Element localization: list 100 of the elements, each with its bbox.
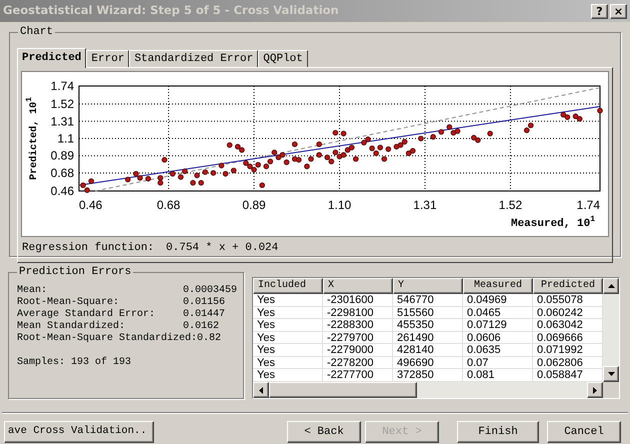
data-point bbox=[125, 176, 131, 182]
y-tick-label: 0.46 bbox=[50, 184, 74, 198]
table-cell: Yes bbox=[253, 356, 323, 368]
scrollbar-corner bbox=[603, 382, 619, 398]
column-header[interactable]: Measured bbox=[463, 278, 533, 294]
table-cell: -2301600 bbox=[323, 294, 393, 306]
y-tick-label: 1.31 bbox=[50, 114, 74, 128]
stat-value: 0.0003459 bbox=[183, 285, 235, 297]
x-tick-label: 0.68 bbox=[156, 198, 180, 212]
table-cell: 546770 bbox=[393, 294, 463, 306]
help-button[interactable]: ? bbox=[591, 4, 608, 18]
y-tick-label: 0.68 bbox=[50, 166, 74, 180]
table-cell: 372850 bbox=[393, 369, 463, 380]
table-cell: -2279700 bbox=[323, 332, 393, 343]
data-point bbox=[194, 172, 200, 178]
save-cross-validation-button[interactable]: ave Cross Validation.. bbox=[4, 421, 154, 443]
data-point bbox=[487, 130, 493, 136]
table-cell: 0.081 bbox=[463, 369, 533, 380]
chart-tab[interactable]: QQPlot bbox=[258, 50, 308, 67]
samples-count: Samples: 193 of 193 bbox=[17, 357, 132, 369]
table-cell: Yes bbox=[253, 344, 323, 356]
right-arrow-icon bbox=[593, 386, 597, 394]
close-button[interactable]: × bbox=[610, 4, 627, 18]
data-point bbox=[438, 129, 444, 135]
regression-value: 0.754 * x + 0.024 bbox=[166, 240, 278, 256]
data-point bbox=[308, 156, 314, 162]
regression-label: Regression function: bbox=[22, 240, 154, 256]
table-cell: Yes bbox=[253, 369, 323, 380]
up-arrow-icon bbox=[608, 284, 614, 288]
vertical-scrollbar[interactable] bbox=[603, 278, 619, 382]
wizard-button[interactable]: < Back bbox=[287, 421, 361, 443]
table-cell: 0.07129 bbox=[463, 319, 533, 330]
stat-label: Mean: bbox=[17, 285, 48, 297]
data-point bbox=[170, 170, 176, 177]
stat-label: Average Standard Error: bbox=[17, 309, 156, 320]
data-point bbox=[316, 141, 322, 148]
data-point bbox=[259, 182, 265, 188]
table-cell: -2277700 bbox=[323, 369, 393, 380]
table-cell: 0.0465 bbox=[463, 306, 533, 318]
window-title: Geostatistical Wizard: Step 5 of 5 - Cross Validation bbox=[3, 2, 340, 20]
data-point bbox=[145, 176, 151, 182]
data-point bbox=[386, 146, 392, 152]
table-cell: Yes bbox=[253, 306, 323, 318]
x-tick-label: 1.31 bbox=[413, 198, 437, 212]
table-cell: -2298100 bbox=[323, 306, 393, 318]
chart-tab[interactable]: Standardized Error bbox=[129, 50, 258, 67]
y-tick-label: 1.74 bbox=[50, 79, 74, 93]
data-point bbox=[352, 156, 359, 162]
y-tick-label: 1.1 bbox=[57, 132, 74, 146]
stat-value: 0.01156 bbox=[183, 297, 226, 309]
table-cell: 496690 bbox=[393, 356, 463, 368]
table-cell: Yes bbox=[253, 319, 323, 330]
table-cell: 515560 bbox=[393, 306, 463, 318]
table-cell: 0.0606 bbox=[463, 332, 533, 343]
chart-tab[interactable]: Predicted bbox=[17, 48, 86, 68]
x-tick-label: 0.46 bbox=[79, 198, 102, 212]
data-point bbox=[316, 152, 322, 158]
column-header[interactable]: Included bbox=[253, 278, 323, 294]
horizontal-scrollbar[interactable] bbox=[253, 382, 619, 398]
data-point bbox=[88, 178, 94, 184]
table-cell: 428140 bbox=[393, 344, 463, 356]
data-point bbox=[210, 170, 216, 176]
x-tick-label: 0.89 bbox=[242, 198, 266, 212]
y-tick-label: 0.89 bbox=[50, 148, 74, 163]
column-header[interactable]: X bbox=[323, 278, 393, 294]
stat-value: 0.01447 bbox=[183, 309, 226, 321]
data-point bbox=[222, 170, 228, 177]
stat-label: Mean Standardized: bbox=[17, 321, 126, 332]
data-point bbox=[226, 142, 232, 148]
wizard-button[interactable]: Cancel bbox=[547, 421, 621, 443]
data-point bbox=[304, 164, 310, 170]
table-cell: -2288300 bbox=[323, 319, 393, 330]
x-axis-title: Measured, 10$^{1}$ bbox=[510, 215, 595, 230]
x-tick-label: 1.74 bbox=[576, 198, 600, 212]
left-arrow-icon bbox=[259, 386, 263, 394]
column-header[interactable]: Predicted bbox=[533, 278, 603, 294]
data-point bbox=[292, 141, 298, 148]
data-point bbox=[418, 136, 424, 142]
data-point bbox=[198, 180, 204, 186]
table-cell: 0.04969 bbox=[463, 294, 533, 306]
stat-value: 0.0162 bbox=[183, 321, 220, 332]
chart-tab[interactable]: Error bbox=[86, 50, 130, 67]
wizard-button[interactable]: Finish bbox=[457, 421, 539, 443]
data-point bbox=[340, 130, 346, 136]
down-arrow-icon bbox=[608, 372, 614, 376]
x-tick-label: 1.10 bbox=[328, 198, 352, 212]
table-cell: -2278200 bbox=[323, 356, 393, 368]
column-header[interactable]: Y bbox=[393, 278, 463, 294]
stat-value: 0.82 bbox=[197, 333, 222, 345]
data-point bbox=[218, 162, 224, 168]
data-point bbox=[332, 130, 338, 136]
table-cell: 455350 bbox=[393, 319, 463, 330]
data-point bbox=[190, 180, 196, 186]
table-cell: 261490 bbox=[393, 332, 463, 343]
x-tick-label: 1.52 bbox=[498, 198, 522, 212]
table-cell: Yes bbox=[253, 294, 323, 306]
table-cell: 0.07 bbox=[463, 356, 533, 368]
data-point bbox=[202, 169, 208, 175]
data-point bbox=[597, 108, 603, 114]
table-cell: -2279000 bbox=[323, 344, 393, 356]
